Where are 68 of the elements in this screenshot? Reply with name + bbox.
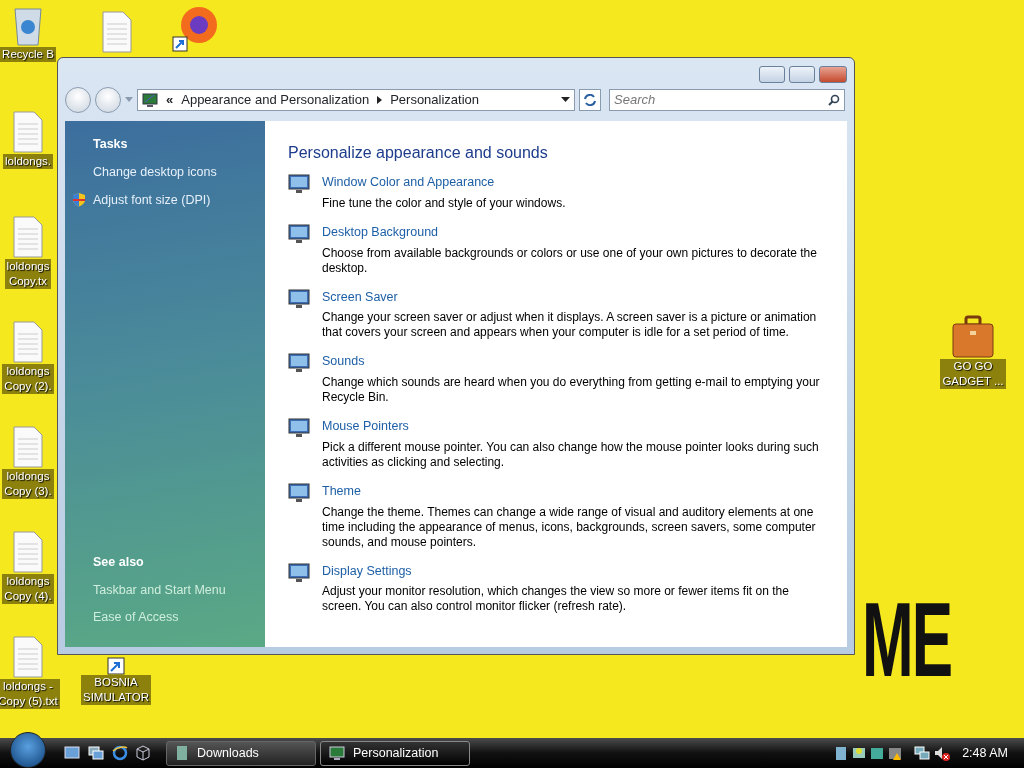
setting-description: Change which sounds are heard when you do everything from getting e-mail to emptying your Recycle Bin. (322, 375, 821, 405)
breadcrumb-item[interactable]: Appearance and Personalization (181, 90, 370, 110)
icon-label[interactable]: Recycle B (0, 47, 56, 62)
icon-label[interactable]: loldongs Copy (3). (2, 469, 54, 499)
tray-icon[interactable] (870, 745, 885, 761)
network-icon[interactable] (914, 745, 931, 761)
setting-link[interactable]: Sounds (322, 352, 365, 371)
setting-description: Change the theme. Themes can change a wide range of visual and auditory elements at one time including the appearance of menus, icons, backgrounds, screen savers, some computer sounds, and mouse pointers. (322, 504, 817, 550)
chevron-icon (377, 96, 383, 104)
icon-label[interactable]: BOSNIA SIMULATOR (81, 675, 151, 705)
breadcrumb-item[interactable]: Personalization (390, 90, 480, 110)
monitor-icon (142, 92, 158, 108)
setting-link[interactable]: Screen Saver (322, 287, 398, 307)
taskbar-button[interactable]: Personalization (320, 740, 470, 766)
search-field[interactable]: Search (609, 89, 845, 111)
search-placeholder: Search (614, 91, 656, 110)
setting-link[interactable]: Desktop Background (322, 222, 439, 242)
address-bar[interactable]: « Appearance and Personalization Personalization (137, 89, 575, 111)
folder-icon (175, 745, 189, 761)
setting-description: Change your screen saver or adjust when it displays. A screen saver is a picture or animation that covers your screen and appears when your computer is idle for a set period of time. (322, 310, 818, 341)
setting-description: Adjust your monitor resolution, which changes the view so more or fewer items fit on the screen. You can also control monitor flicker (refresh rate). (322, 584, 790, 615)
search-icon (828, 94, 840, 106)
tray-icon[interactable] (888, 745, 903, 761)
icon-label[interactable]: loldongs Copy (4). (2, 574, 54, 604)
monitor-icon (288, 352, 312, 375)
setting-link[interactable]: Display Settings (322, 561, 412, 581)
wallpaper-text: ME (862, 588, 951, 694)
setting-description: Fine tune the color and style of your windows. (322, 195, 566, 211)
briefcase-icon[interactable] (951, 315, 995, 359)
icon-label[interactable]: GO GO GADGET ... (940, 359, 1006, 389)
pane-heading: Tasks (92, 136, 129, 153)
maximize-button[interactable] (789, 66, 815, 83)
globe-icon[interactable] (112, 745, 128, 761)
dropdown-arrow-icon[interactable] (561, 97, 570, 103)
muted-speaker-icon[interactable] (934, 745, 951, 761)
cube-icon[interactable] (136, 745, 150, 761)
breadcrumb-chevron[interactable]: « (166, 90, 174, 110)
clock[interactable]: 2:48 AM (962, 743, 1008, 763)
monitor-icon (288, 287, 312, 310)
setting-link[interactable]: Mouse Pointers (322, 417, 409, 436)
task-link[interactable]: Change desktop icons (93, 162, 217, 182)
start-button[interactable] (10, 732, 46, 768)
icon-label[interactable]: loldongs Copy.tx (4, 259, 52, 289)
icon-label[interactable]: loldongs Copy (2). (2, 364, 54, 394)
refresh-icon (583, 94, 597, 106)
task-link[interactable]: Adjust font size (DPI) (93, 190, 211, 210)
monitor-icon (288, 417, 312, 439)
desktop-icon[interactable] (64, 746, 80, 760)
setting-description: Pick a different mouse pointer. You can also change how the mouse pointer looks during such activities as clicking and selecting. (322, 439, 820, 470)
monitor-icon (288, 561, 312, 584)
minimize-button[interactable] (759, 66, 785, 83)
windows-icon[interactable] (88, 746, 104, 760)
shortcut-icon[interactable] (107, 657, 125, 675)
setting-link[interactable]: Theme (322, 481, 361, 501)
tray-icon[interactable] (834, 745, 849, 761)
page-heading: Personalize appearance and sounds (288, 143, 549, 163)
setting-link[interactable]: Window Color and Appearance (322, 173, 495, 192)
tray-icon[interactable] (852, 745, 867, 761)
setting-description: Choose from available backgrounds or colors or use one of your own pictures to decorate the desktop. (322, 245, 818, 276)
monitor-icon (288, 222, 312, 245)
monitor-icon (288, 481, 312, 504)
monitor-icon (329, 745, 345, 761)
icon-label[interactable]: loldongs. (2, 154, 53, 169)
taskbar-button[interactable]: Downloads (166, 740, 316, 766)
monitor-icon (288, 173, 312, 195)
refresh-button[interactable] (579, 89, 601, 111)
browser-icon[interactable] (171, 5, 219, 53)
pane-heading: See also (92, 553, 145, 571)
